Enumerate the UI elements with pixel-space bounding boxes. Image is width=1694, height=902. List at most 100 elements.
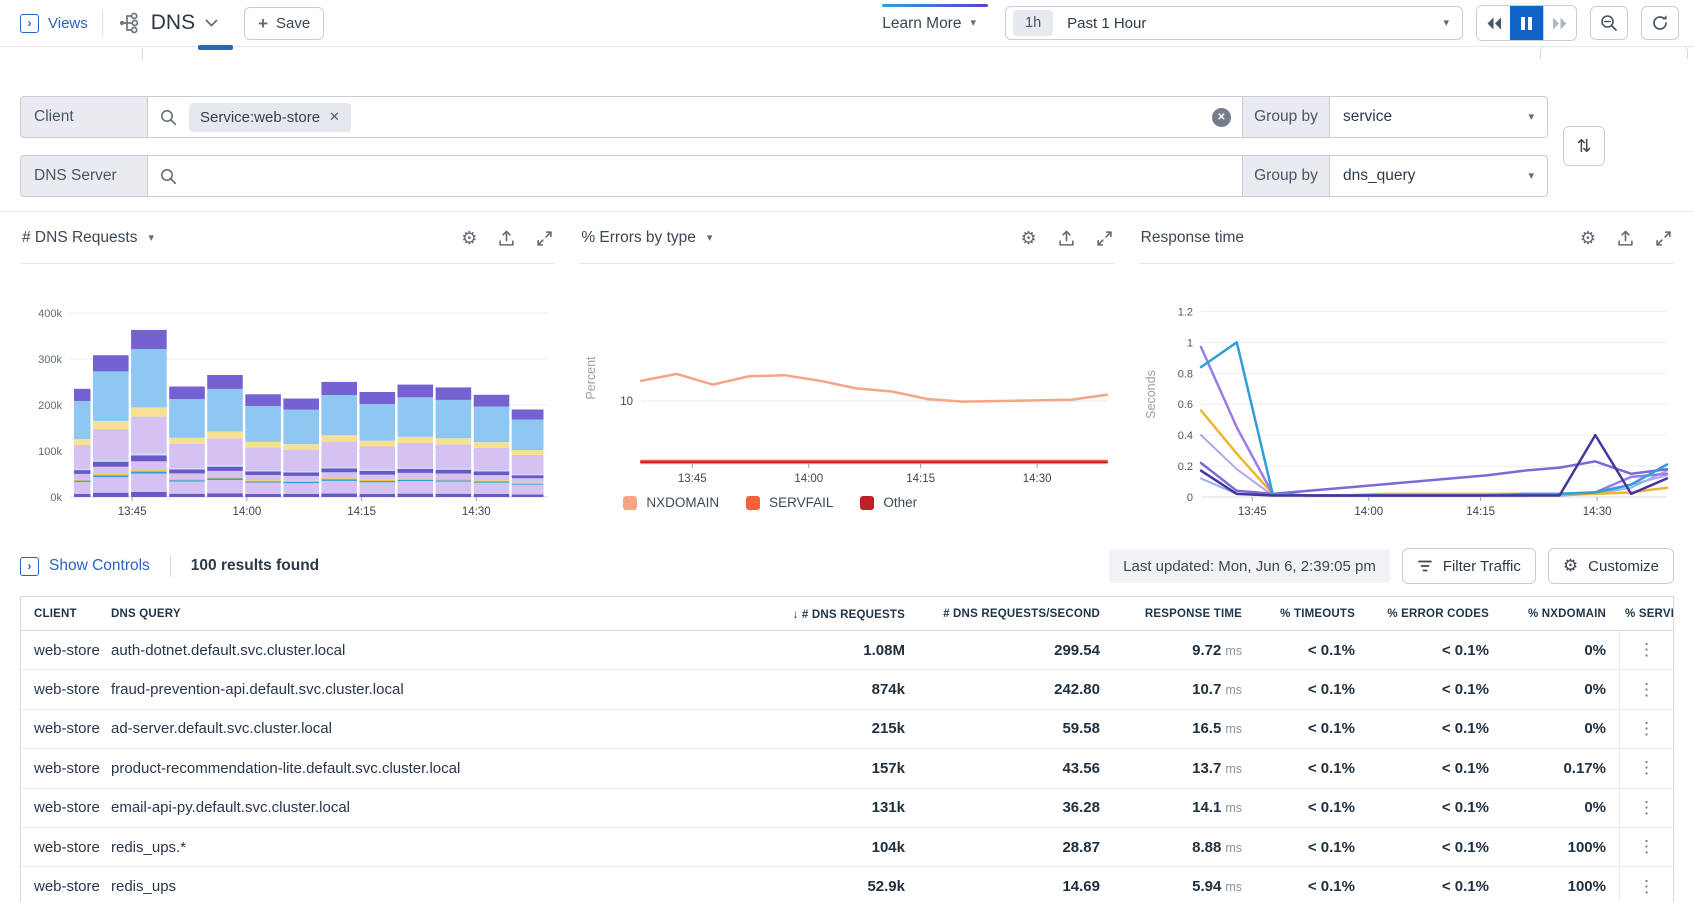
errors-title-dropdown[interactable]: % Errors by type ▾ [581, 229, 712, 247]
cell-error-codes: < 0.1% [1368, 878, 1502, 895]
learn-more-menu[interactable]: Learn More ▾ [882, 1, 980, 46]
expand-icon[interactable] [1096, 230, 1113, 247]
svg-text:0.4: 0.4 [1177, 430, 1192, 442]
customize-button[interactable]: ⚙ Customize [1548, 548, 1674, 584]
cell-error-codes: < 0.1% [1368, 799, 1502, 816]
cell-requests-per-second: 14.69 [918, 878, 1113, 895]
time-range-label: Past 1 Hour [1067, 15, 1429, 32]
table-row[interactable]: web-storefraud-prevention-api.default.sv… [21, 670, 1673, 709]
gear-icon: ⚙ [1563, 556, 1578, 576]
column-header-dns-query[interactable]: DNS QUERY [111, 608, 768, 620]
refresh-button[interactable] [1641, 6, 1679, 40]
table-row[interactable]: web-storeredis_ups.*104k28.878.88ms< 0.1… [21, 828, 1673, 867]
legend-item[interactable]: SERVFAIL [746, 495, 833, 510]
zoom-out-button[interactable] [1590, 6, 1628, 40]
caret-down-icon: ▾ [1528, 171, 1534, 182]
dns-requests-chart[interactable]: 0k100k200k300k400k13:4514:0014:1514:30 [20, 264, 555, 516]
time-range-picker[interactable]: 1h Past 1 Hour ▾ [1005, 6, 1463, 40]
column-header-requests[interactable]: ↓# DNS REQUESTS [768, 607, 918, 621]
dns-requests-title: # DNS Requests [22, 229, 137, 247]
fast-forward-button[interactable] [1543, 6, 1576, 40]
legend-item[interactable]: Other [860, 495, 917, 510]
export-icon[interactable] [1617, 230, 1634, 247]
response-time-panel-header: Response time ⚙ [1139, 213, 1674, 264]
table-row[interactable]: web-storead-server.default.svc.cluster.l… [21, 710, 1673, 749]
svg-text:100k: 100k [38, 446, 62, 458]
cell-client: web-store [21, 878, 111, 895]
cell-requests-per-second: 299.54 [918, 642, 1113, 659]
cell-requests-per-second: 28.87 [918, 839, 1113, 856]
save-button[interactable]: + Save [244, 7, 324, 40]
dns-server-group-by-value: dns_query [1343, 167, 1415, 185]
cell-dns-query: fraud-prevention-api.default.svc.cluster… [111, 681, 768, 698]
row-menu-kebab-icon[interactable]: ⋮ [1619, 631, 1673, 669]
gear-icon[interactable]: ⚙ [1580, 229, 1596, 247]
filter-traffic-button[interactable]: Filter Traffic [1402, 548, 1536, 584]
cell-dns-query: ad-server.default.svc.cluster.local [111, 720, 768, 737]
gear-icon[interactable]: ⚙ [1021, 229, 1037, 247]
cell-requests: 131k [768, 799, 918, 816]
table-row[interactable]: web-storeproduct-recommendation-lite.def… [21, 749, 1673, 788]
cell-dns-query: redis_ups.* [111, 839, 768, 856]
column-header-client[interactable]: CLIENT [21, 608, 111, 620]
clear-search-icon[interactable]: ✕ [1212, 108, 1231, 127]
customize-label: Customize [1588, 558, 1659, 575]
table-body: web-storeauth-dotnet.default.svc.cluster… [21, 631, 1673, 902]
cell-response-time: 14.1ms [1113, 799, 1255, 816]
gear-icon[interactable]: ⚙ [461, 229, 477, 247]
response-time-chart[interactable]: Seconds00.20.40.60.811.213:4514:0014:151… [1139, 264, 1674, 516]
client-group-by-select[interactable]: service ▾ [1330, 96, 1548, 138]
row-menu-kebab-icon[interactable]: ⋮ [1619, 789, 1673, 827]
rewind-button[interactable] [1477, 6, 1510, 40]
errors-legend: NXDOMAIN SERVFAIL Other [623, 495, 1114, 510]
expand-icon[interactable] [1655, 230, 1672, 247]
page-title-group[interactable]: DNS [117, 11, 218, 35]
cell-response-time: 10.7ms [1113, 681, 1255, 698]
errors-chart[interactable]: Percent1013:4514:0014:1514:30 [579, 264, 1114, 488]
cell-error-codes: < 0.1% [1368, 720, 1502, 737]
column-header-response-time[interactable]: RESPONSE TIME [1113, 608, 1255, 620]
cell-requests: 157k [768, 760, 918, 777]
response-time-title: Response time [1141, 229, 1244, 247]
table-row[interactable]: web-storeauth-dotnet.default.svc.cluster… [21, 631, 1673, 670]
views-panel-icon: › [20, 14, 39, 33]
dns-server-search-input[interactable] [148, 155, 1243, 197]
cell-timeouts: < 0.1% [1255, 878, 1368, 895]
svg-text:14:15: 14:15 [347, 506, 376, 516]
remove-tag-icon[interactable]: ✕ [329, 109, 340, 125]
filter-tag[interactable]: Service:web-store ✕ [189, 103, 351, 132]
export-icon[interactable] [498, 230, 515, 247]
client-search-input[interactable]: Service:web-store ✕ ✕ [148, 96, 1243, 138]
expand-icon[interactable] [536, 230, 553, 247]
column-header-servfail[interactable]: % SERVFAIL [1619, 608, 1673, 620]
column-header-nxdomain[interactable]: % NXDOMAIN [1502, 608, 1619, 620]
svg-text:0: 0 [1187, 492, 1193, 504]
column-header-error-codes[interactable]: % ERROR CODES [1368, 608, 1502, 620]
row-menu-kebab-icon[interactable]: ⋮ [1619, 710, 1673, 748]
chevron-down-icon[interactable] [205, 19, 218, 28]
column-header-timeouts[interactable]: % TIMEOUTS [1255, 608, 1368, 620]
pause-button[interactable] [1510, 6, 1543, 40]
svg-text:Seconds: Seconds [1144, 370, 1158, 419]
column-header-requests-per-second[interactable]: # DNS REQUESTS/SECOND [918, 608, 1113, 620]
cell-timeouts: < 0.1% [1255, 720, 1368, 737]
dns-network-icon [117, 11, 141, 35]
views-button[interactable]: › Views [20, 14, 88, 33]
swap-filters-button[interactable]: ⇅ [1563, 126, 1605, 166]
cell-nxdomain: 0.17% [1502, 760, 1619, 777]
table-row[interactable]: web-storeemail-api-py.default.svc.cluste… [21, 789, 1673, 828]
row-menu-kebab-icon[interactable]: ⋮ [1619, 867, 1673, 902]
cell-timeouts: < 0.1% [1255, 799, 1368, 816]
row-menu-kebab-icon[interactable]: ⋮ [1619, 670, 1673, 708]
dns-requests-title-dropdown[interactable]: # DNS Requests ▾ [22, 229, 154, 247]
row-menu-kebab-icon[interactable]: ⋮ [1619, 749, 1673, 787]
svg-text:13:45: 13:45 [678, 473, 707, 485]
show-controls-button[interactable]: › Show Controls [20, 557, 150, 576]
zoom-out-icon [1600, 14, 1618, 32]
unit-label: ms [1225, 762, 1242, 776]
export-icon[interactable] [1058, 230, 1075, 247]
legend-item[interactable]: NXDOMAIN [623, 495, 719, 510]
dns-server-group-by-select[interactable]: dns_query ▾ [1330, 155, 1548, 197]
table-row[interactable]: web-storeredis_ups52.9k14.695.94ms< 0.1%… [21, 867, 1673, 902]
row-menu-kebab-icon[interactable]: ⋮ [1619, 828, 1673, 866]
